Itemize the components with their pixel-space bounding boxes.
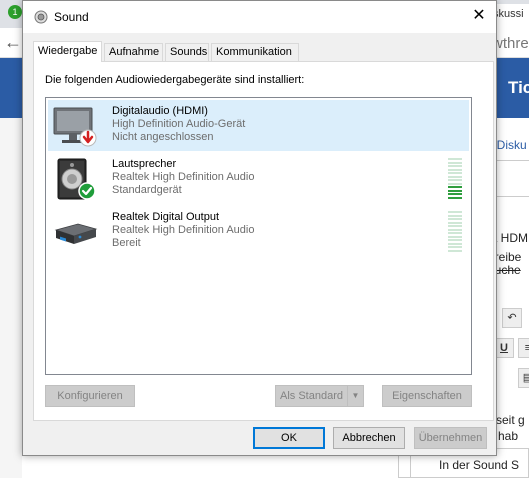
volume-meter [448,158,462,200]
sound-dialog: Sound ✕ Wiedergabe Aufnahme Sounds Kommu… [22,0,497,456]
editor-paste-icon[interactable]: ▤ [518,368,529,388]
meter-bar [448,193,462,195]
favicon-icon: 1 [8,5,22,19]
meter-bar [448,172,462,174]
editor-undo-icon[interactable]: ↶ [502,308,522,328]
meter-bar [448,232,462,234]
editor-text: In der Sound S [439,458,520,472]
device-driver: Realtek High Definition Audio [112,224,255,236]
close-button[interactable]: ✕ [464,3,494,31]
meter-bar [448,228,462,231]
meter-bar [448,189,462,192]
device-driver: High Definition Audio-Gerät [112,118,246,130]
meter-bar [448,239,462,241]
device-item-speaker[interactable]: Lautsprecher Realtek High Definition Aud… [48,153,469,204]
device-item-hdmi[interactable]: Digitalaudio (HDMI) High Definition Audi… [48,100,469,151]
set-default-button[interactable]: Als Standard ▼ [275,385,364,407]
digital-output-icon [54,223,98,244]
playback-panel: Die folgenden Audiowiedergabegeräte sind… [33,61,494,421]
meter-bar [448,225,462,227]
meter-bar [448,182,462,185]
meter-bar [448,235,462,238]
tab-kommunikation[interactable]: Kommunikation [211,43,299,61]
page-left-margin [0,118,22,478]
set-default-label: Als Standard [280,390,343,402]
speaker-icon [57,158,96,200]
device-status: Nicht angeschlossen [112,131,214,143]
device-name: Digitalaudio (HDMI) [112,105,208,117]
tab-wiedergabe[interactable]: Wiedergabe [33,41,102,62]
apply-button[interactable]: Übernehmen [414,427,487,449]
meter-bar [448,186,462,188]
meter-bar [448,175,462,178]
content-text: seit g [496,413,525,427]
device-name: Realtek Digital Output [112,211,219,223]
meter-bar [448,249,462,252]
meter-bar [448,165,462,167]
browser-tab-title: skussi [493,8,524,20]
device-status: Standardgerät [112,184,182,196]
chevron-down-icon[interactable]: ▼ [347,386,363,406]
meter-bar [448,168,462,171]
intro-text: Die folgenden Audiowiedergabegeräte sind… [45,74,305,86]
meter-bar [448,246,462,248]
volume-meter [448,211,462,253]
meter-bar [448,211,462,213]
meter-bar [448,161,462,164]
editor-list-icon[interactable]: ≡ [518,338,529,358]
cancel-button[interactable]: Abbrechen [333,427,405,449]
monitor-icon [53,107,97,147]
site-banner-title: Tic [508,78,529,97]
meter-bar [448,242,462,245]
meter-bar [448,158,462,160]
ok-button[interactable]: OK [253,427,325,449]
device-list[interactable]: Digitalaudio (HDMI) High Definition Audi… [45,97,472,375]
device-status: Bereit [112,237,141,249]
device-item-digital-output[interactable]: Realtek Digital Output Realtek High Defi… [48,206,469,257]
meter-bar [448,214,462,217]
configure-button[interactable]: Konfigurieren [45,385,135,407]
properties-button[interactable]: Eigenschaften [382,385,472,407]
address-bar-text[interactable]: wthre [492,35,529,52]
dialog-title: Sound [54,10,89,24]
meter-bar [448,179,462,181]
device-name: Lautsprecher [112,158,177,170]
tab-sounds[interactable]: Sounds [165,43,209,61]
meter-bar [448,218,462,220]
editor-underline-icon[interactable]: U [494,338,514,358]
back-arrow-icon[interactable]: ← [4,32,22,53]
speaker-title-icon [34,10,48,24]
title-bar[interactable]: Sound ✕ [23,1,496,33]
meter-bar [448,221,462,224]
device-driver: Realtek High Definition Audio [112,171,255,183]
tab-aufnahme[interactable]: Aufnahme [104,43,163,61]
meter-bar [448,196,462,199]
